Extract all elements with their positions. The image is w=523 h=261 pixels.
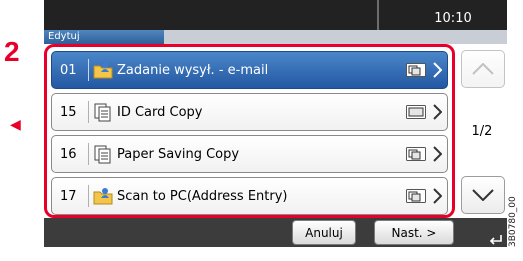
row-number: 17 (60, 188, 77, 204)
sub-header: Edytuj (44, 30, 507, 44)
multi-page-icon (405, 62, 427, 78)
row-label: ID Card Copy (117, 104, 203, 120)
chevron-up-icon (472, 63, 494, 75)
row-label: Paper Saving Copy (117, 146, 240, 162)
row-number: 01 (60, 62, 77, 78)
multi-page-icon (405, 146, 427, 162)
next-button-label: Nast. > (391, 225, 437, 240)
chevron-right-icon (431, 59, 443, 81)
control-panel: 10:10 Edytuj 01 Zadanie wysył. - e-mail (44, 0, 507, 247)
multi-page-icon (405, 188, 427, 204)
chevron-right-icon (431, 185, 443, 207)
pointer-arrow-icon: ◀ (10, 117, 21, 133)
list-item[interactable]: 01 Zadanie wysył. - e-mail (51, 51, 448, 89)
list-item[interactable]: 16 Paper Saving Copy (51, 135, 448, 173)
mode-label: Edytuj (44, 30, 164, 44)
copy-document-icon (93, 102, 113, 122)
folder-user-icon (93, 186, 113, 206)
single-page-icon (405, 104, 427, 120)
scroll-panel: 1/2 (457, 44, 507, 218)
scroll-up-button[interactable] (461, 50, 505, 88)
enter-icon (489, 235, 502, 245)
row-number: 15 (60, 104, 77, 120)
row-label: Zadanie wysył. - e-mail (117, 62, 269, 78)
row-label: Scan to PC(Address Entry) (117, 188, 288, 204)
program-list: 01 Zadanie wysył. - e-mail 15 ID Card Co… (44, 44, 455, 218)
step-number: 2 (4, 36, 20, 67)
copy-document-icon (93, 144, 113, 164)
scroll-down-button[interactable] (461, 176, 505, 214)
chevron-down-icon (472, 189, 494, 201)
bottom-bar: Anuluj Nast. > (44, 218, 507, 247)
row-number: 16 (60, 146, 77, 162)
figure-code: 3B0780_00 (508, 196, 518, 247)
folder-user-icon (93, 60, 113, 80)
chevron-right-icon (431, 101, 443, 123)
next-button[interactable]: Nast. > (374, 220, 454, 245)
list-item[interactable]: 17 Scan to PC(Address Entry) (51, 177, 448, 215)
list-item[interactable]: 15 ID Card Copy (51, 93, 448, 131)
page-indicator: 1/2 (471, 124, 493, 139)
chevron-right-icon (431, 143, 443, 165)
cancel-button[interactable]: Anuluj (292, 220, 356, 245)
